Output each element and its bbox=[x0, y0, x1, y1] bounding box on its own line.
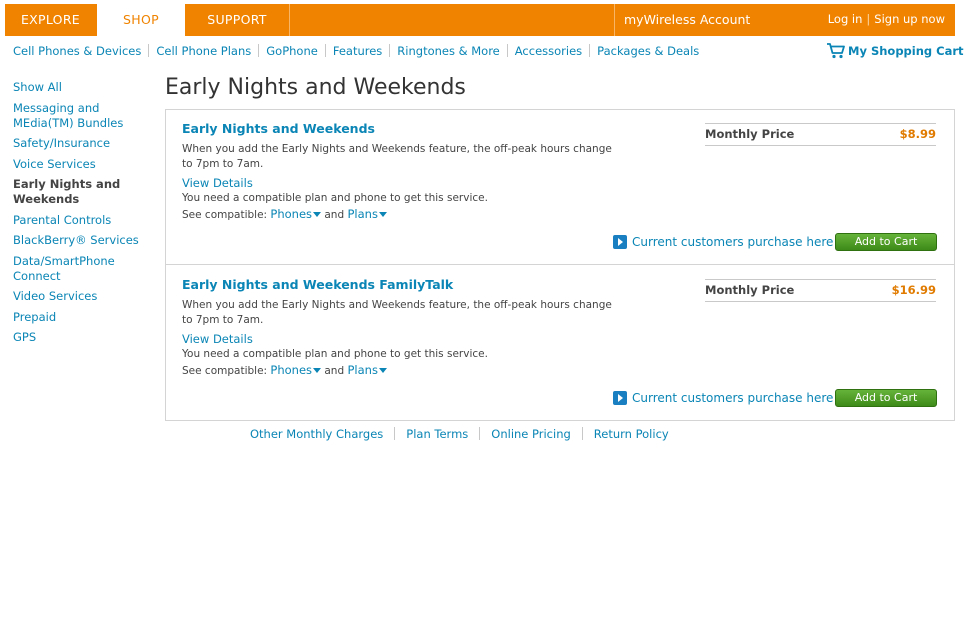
sidebar-item-parental-controls[interactable]: Parental Controls bbox=[13, 213, 148, 228]
compat-plans-label: Plans bbox=[347, 207, 378, 221]
footer-plan-terms[interactable]: Plan Terms bbox=[406, 427, 468, 441]
product-card: Early Nights and Weekends FamilyTalk Whe… bbox=[166, 266, 954, 421]
sidebar-item-safety-insurance[interactable]: Safety/Insurance bbox=[13, 136, 148, 151]
sidebar: Show All Messaging and MEdia(TM) Bundles… bbox=[13, 80, 148, 351]
divider bbox=[394, 427, 396, 440]
compat-phones-label: Phones bbox=[270, 207, 313, 221]
compatibility-line: See compatible: Phones and Plans bbox=[182, 363, 387, 377]
arrow-right-icon bbox=[613, 391, 627, 405]
subnav-accessories[interactable]: Accessories bbox=[515, 44, 582, 58]
subnav-ringtones-more[interactable]: Ringtones & More bbox=[397, 44, 499, 58]
tab-shop[interactable]: SHOP bbox=[97, 4, 185, 36]
signup-link[interactable]: Sign up now bbox=[874, 12, 945, 26]
price-label: Monthly Price bbox=[705, 127, 795, 141]
price-box: Monthly Price $16.99 bbox=[705, 279, 936, 302]
divider bbox=[479, 427, 481, 440]
product-description: When you add the Early Nights and Weeken… bbox=[182, 299, 612, 326]
product-panel: Early Nights and Weekends When you add t… bbox=[165, 109, 955, 421]
footer-links: Other Monthly Charges Plan Terms Online Pr… bbox=[250, 427, 669, 441]
page-title: Early Nights and Weekends bbox=[165, 75, 466, 100]
shopping-cart-icon bbox=[827, 43, 845, 59]
chevron-down-icon bbox=[313, 368, 322, 373]
subnav-features[interactable]: Features bbox=[333, 44, 382, 58]
footer-online-pricing[interactable]: Online Pricing bbox=[491, 427, 571, 441]
login-area: Log in | Sign up now bbox=[828, 4, 945, 36]
compat-phones-dropdown[interactable]: Phones bbox=[270, 207, 322, 221]
price-label: Monthly Price bbox=[705, 283, 795, 297]
compat-prefix: See compatible: bbox=[182, 209, 268, 221]
compat-plans-dropdown[interactable]: Plans bbox=[347, 363, 387, 377]
sidebar-item-show-all[interactable]: Show All bbox=[13, 80, 148, 95]
divider bbox=[389, 44, 391, 57]
sidebar-item-gps[interactable]: GPS bbox=[13, 330, 148, 345]
chevron-down-icon bbox=[313, 212, 322, 217]
purchase-link-label: Current customers purchase here bbox=[632, 235, 834, 249]
compat-plans-label: Plans bbox=[347, 363, 378, 377]
compat-and: and bbox=[324, 209, 345, 221]
sidebar-item-blackberry-services[interactable]: BlackBerry® Services bbox=[13, 233, 148, 248]
my-wireless-account-link[interactable]: myWireless Account bbox=[614, 4, 750, 36]
price-box: Monthly Price $8.99 bbox=[705, 123, 936, 146]
shopping-cart-link[interactable]: My Shopping Cart bbox=[826, 42, 964, 59]
subnav-gophone[interactable]: GoPhone bbox=[266, 44, 318, 58]
footer-other-monthly-charges[interactable]: Other Monthly Charges bbox=[250, 427, 383, 441]
sidebar-item-prepaid[interactable]: Prepaid bbox=[13, 310, 148, 325]
divider bbox=[589, 44, 591, 57]
compat-phones-label: Phones bbox=[270, 363, 313, 377]
product-card: Early Nights and Weekends When you add t… bbox=[166, 110, 954, 265]
requirement-text: You need a compatible plan and phone to … bbox=[182, 192, 488, 204]
product-title-link[interactable]: Early Nights and Weekends FamilyTalk bbox=[182, 277, 453, 292]
current-customers-purchase-link[interactable]: Current customers purchase here bbox=[613, 235, 833, 249]
price-value: $8.99 bbox=[899, 127, 936, 141]
current-customers-purchase-link[interactable]: Current customers purchase here bbox=[613, 391, 833, 405]
sidebar-item-video-services[interactable]: Video Services bbox=[13, 289, 148, 304]
divider bbox=[258, 44, 260, 57]
product-title-link[interactable]: Early Nights and Weekends bbox=[182, 121, 375, 136]
add-to-cart-button[interactable]: Add to Cart bbox=[835, 233, 937, 251]
chevron-down-icon bbox=[378, 212, 387, 217]
subnav-packages-deals[interactable]: Packages & Deals bbox=[597, 44, 699, 58]
subnav-cell-phone-plans[interactable]: Cell Phone Plans bbox=[156, 44, 251, 58]
requirement-text: You need a compatible plan and phone to … bbox=[182, 348, 488, 360]
purchase-link-label: Current customers purchase here bbox=[632, 391, 834, 405]
compat-phones-dropdown[interactable]: Phones bbox=[270, 363, 322, 377]
divider bbox=[324, 44, 326, 57]
tab-support[interactable]: SUPPORT bbox=[185, 4, 290, 36]
product-description: When you add the Early Nights and Weeken… bbox=[182, 143, 612, 170]
divider bbox=[581, 427, 583, 440]
sidebar-item-messaging-media-bundles[interactable]: Messaging and MEdia(TM) Bundles bbox=[13, 101, 148, 131]
compat-and: and bbox=[324, 365, 345, 377]
arrow-right-icon bbox=[613, 235, 627, 249]
top-nav-bar: EXPLORE SHOP SUPPORT myWireless Account … bbox=[5, 4, 955, 36]
chevron-down-icon bbox=[378, 368, 387, 373]
divider bbox=[148, 44, 150, 57]
compat-prefix: See compatible: bbox=[182, 365, 268, 377]
sidebar-item-voice-services[interactable]: Voice Services bbox=[13, 157, 148, 172]
footer-return-policy[interactable]: Return Policy bbox=[594, 427, 669, 441]
shopping-cart-label: My Shopping Cart bbox=[848, 44, 964, 58]
divider bbox=[506, 44, 508, 57]
tab-explore[interactable]: EXPLORE bbox=[5, 4, 96, 36]
price-value: $16.99 bbox=[891, 283, 936, 297]
add-to-cart-button[interactable]: Add to Cart bbox=[835, 389, 937, 407]
compatibility-line: See compatible: Phones and Plans bbox=[182, 207, 387, 221]
compat-plans-dropdown[interactable]: Plans bbox=[347, 207, 387, 221]
sub-nav: Cell Phones & Devices Cell Phone Plans GoP… bbox=[13, 44, 699, 58]
sidebar-item-data-smartphone-connect[interactable]: Data/SmartPhone Connect bbox=[13, 254, 148, 284]
login-separator: | bbox=[866, 12, 871, 26]
login-link[interactable]: Log in bbox=[828, 12, 863, 26]
sidebar-item-early-nights-weekends[interactable]: Early Nights and Weekends bbox=[13, 177, 148, 207]
view-details-link[interactable]: View Details bbox=[182, 176, 253, 190]
subnav-cell-phones-devices[interactable]: Cell Phones & Devices bbox=[13, 44, 141, 58]
view-details-link[interactable]: View Details bbox=[182, 332, 253, 346]
